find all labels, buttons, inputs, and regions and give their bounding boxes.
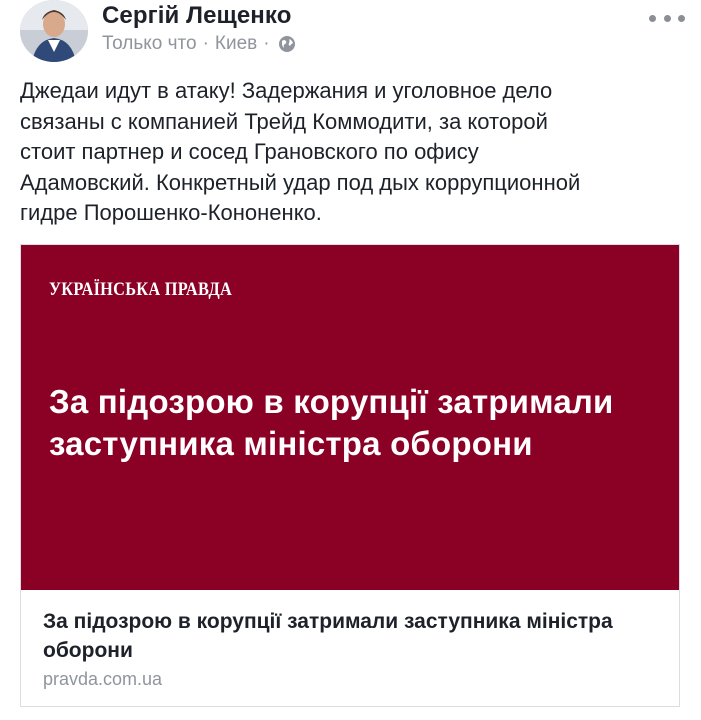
post-meta: Только что · Киев · bbox=[102, 33, 296, 55]
author-name[interactable]: Сергій Лещенко bbox=[102, 2, 291, 30]
link-preview-caption[interactable]: За підозрою в корупції затримали заступн… bbox=[21, 590, 679, 706]
link-title[interactable]: За підозрою в корупції затримали заступн… bbox=[43, 607, 653, 665]
image-headline: За підозрою в корупції затримали заступн… bbox=[49, 383, 614, 462]
link-preview-image[interactable]: УКРАЇНСЬКА ПРАВДА За підозрою в корупції… bbox=[21, 245, 679, 590]
publisher-logo: УКРАЇНСЬКА ПРАВДА bbox=[49, 279, 233, 300]
post-header: Сергій Лещенко Только что · Киев · bbox=[0, 0, 701, 70]
link-domain: pravda.com.ua bbox=[43, 669, 163, 689]
post-location[interactable]: Киев bbox=[215, 33, 257, 55]
meta-separator: · bbox=[202, 33, 209, 54]
avatar[interactable] bbox=[20, 0, 88, 62]
meta-separator: · bbox=[263, 33, 270, 54]
link-preview-card[interactable]: УКРАЇНСЬКА ПРАВДА За підозрою в корупції… bbox=[20, 244, 680, 707]
globe-icon bbox=[278, 35, 296, 53]
post-time[interactable]: Только что bbox=[102, 33, 197, 55]
post-text: Джедаи идут в атаку! Задержания и уголов… bbox=[20, 78, 581, 225]
more-dots-icon[interactable] bbox=[649, 10, 685, 26]
